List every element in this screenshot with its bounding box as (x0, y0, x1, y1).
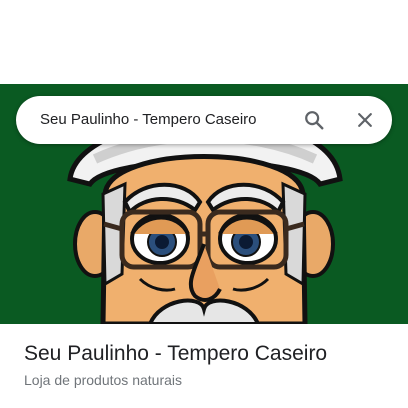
search-icon[interactable] (298, 104, 330, 136)
place-panel: Seu Paulinho - Tempero Caseiro Seu Pauli… (0, 0, 408, 408)
place-title: Seu Paulinho - Tempero Caseiro (24, 342, 328, 365)
place-info: Seu Paulinho - Tempero Caseiro Loja de p… (24, 340, 394, 390)
close-icon[interactable] (349, 104, 381, 136)
top-spacer (0, 0, 408, 84)
search-input[interactable]: Seu Paulinho - Tempero Caseiro (40, 96, 257, 144)
search-bar[interactable]: Seu Paulinho - Tempero Caseiro (16, 96, 392, 144)
place-category[interactable]: Loja de produtos naturais (24, 370, 394, 390)
